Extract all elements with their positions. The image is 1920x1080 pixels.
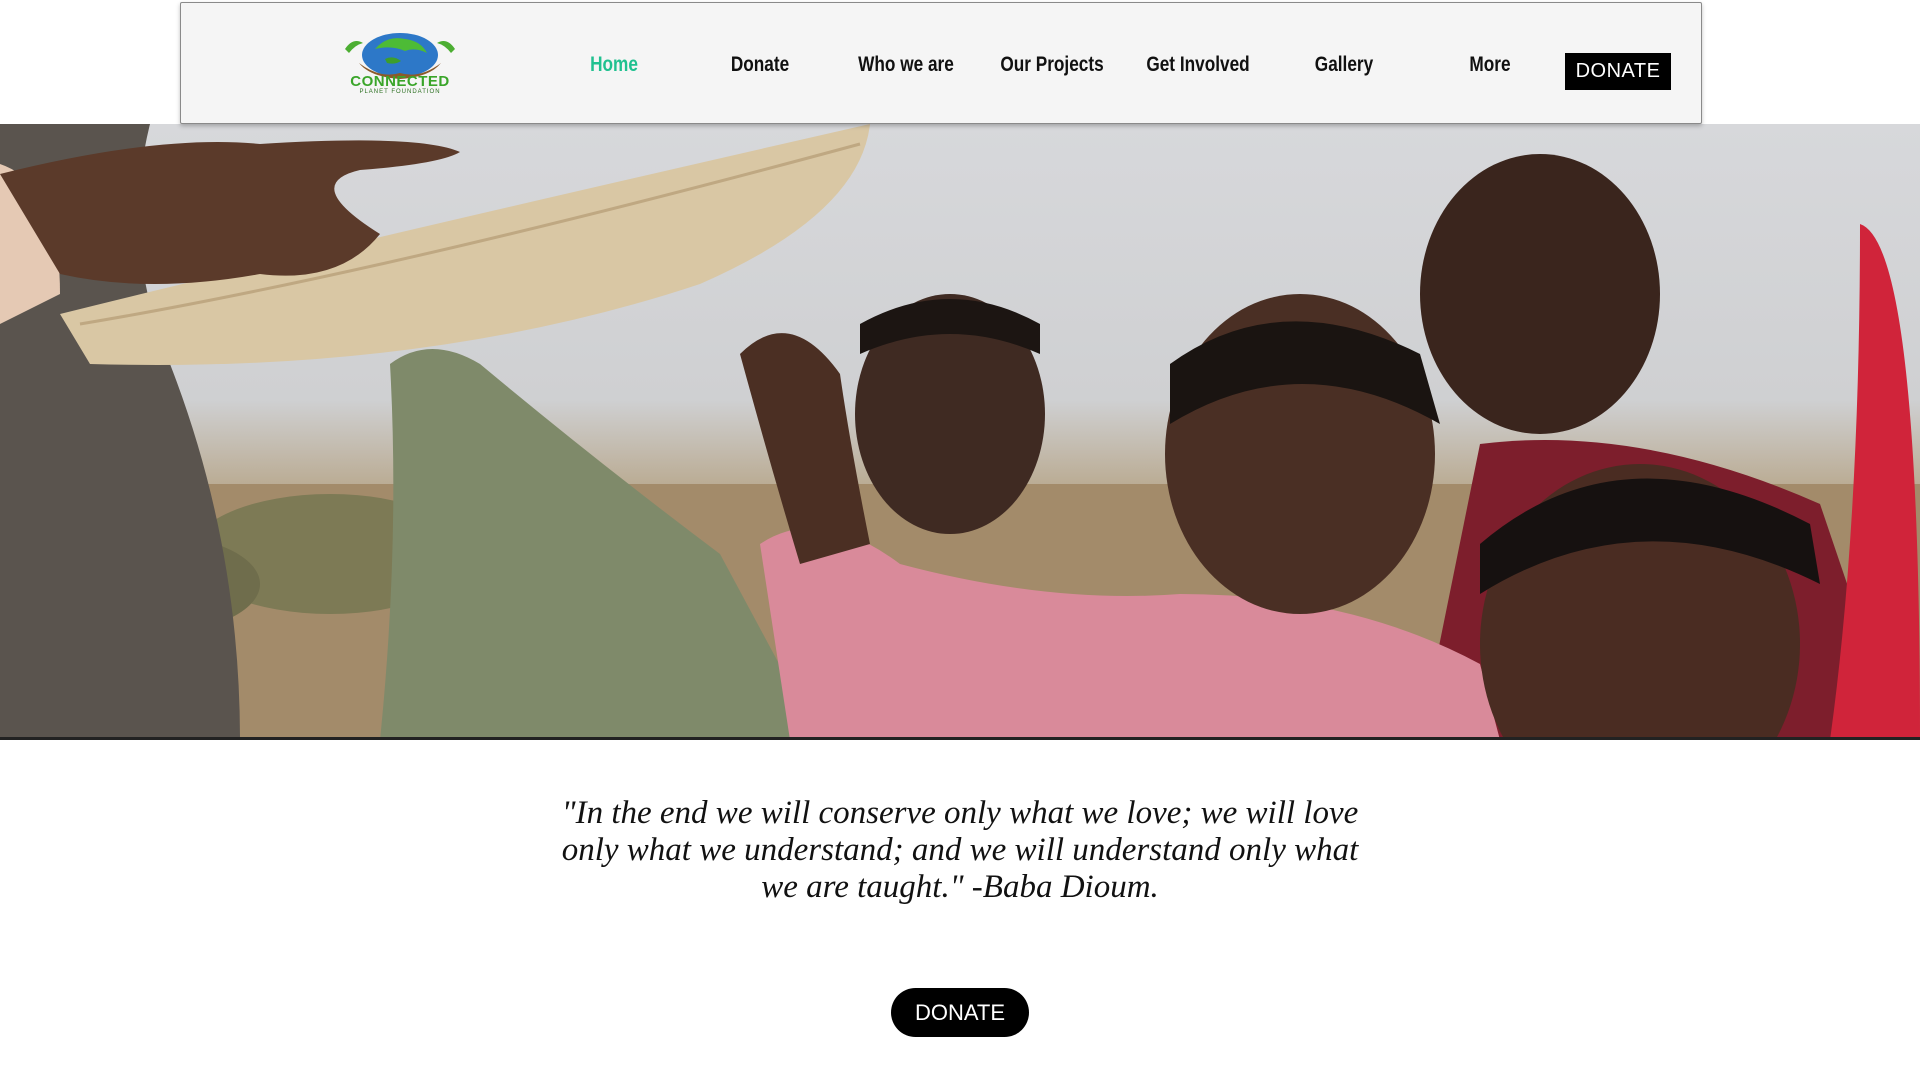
nav-item-gallery[interactable]: Gallery xyxy=(1284,53,1404,89)
site-header: CONNECTED PLANET FOUNDATION Home Donate … xyxy=(180,2,1702,124)
children-holding-elephant-tusk-photo xyxy=(0,124,1920,737)
header-donate-button[interactable]: DONATE xyxy=(1565,53,1671,90)
earth-in-hands-icon xyxy=(345,33,455,79)
main-nav: Home Donate Who we are Our Projects Get … xyxy=(541,53,1563,89)
nav-item-donate[interactable]: Donate xyxy=(700,53,820,89)
quote-text: "In the end we will conserve only what w… xyxy=(561,795,1359,905)
nav-item-get-involved[interactable]: Get Involved xyxy=(1138,53,1258,89)
logo[interactable]: CONNECTED PLANET FOUNDATION xyxy=(335,29,465,99)
donate-button[interactable]: DONATE xyxy=(891,988,1029,1037)
nav-item-home[interactable]: Home xyxy=(554,53,674,89)
hero-image xyxy=(0,124,1920,740)
nav-item-our-projects[interactable]: Our Projects xyxy=(992,53,1112,89)
nav-item-who-we-are[interactable]: Who we are xyxy=(846,53,966,89)
logo-subtitle: PLANET FOUNDATION xyxy=(359,89,441,95)
nav-item-more[interactable]: More xyxy=(1430,53,1550,89)
logo-title: CONNECTED xyxy=(350,73,450,90)
